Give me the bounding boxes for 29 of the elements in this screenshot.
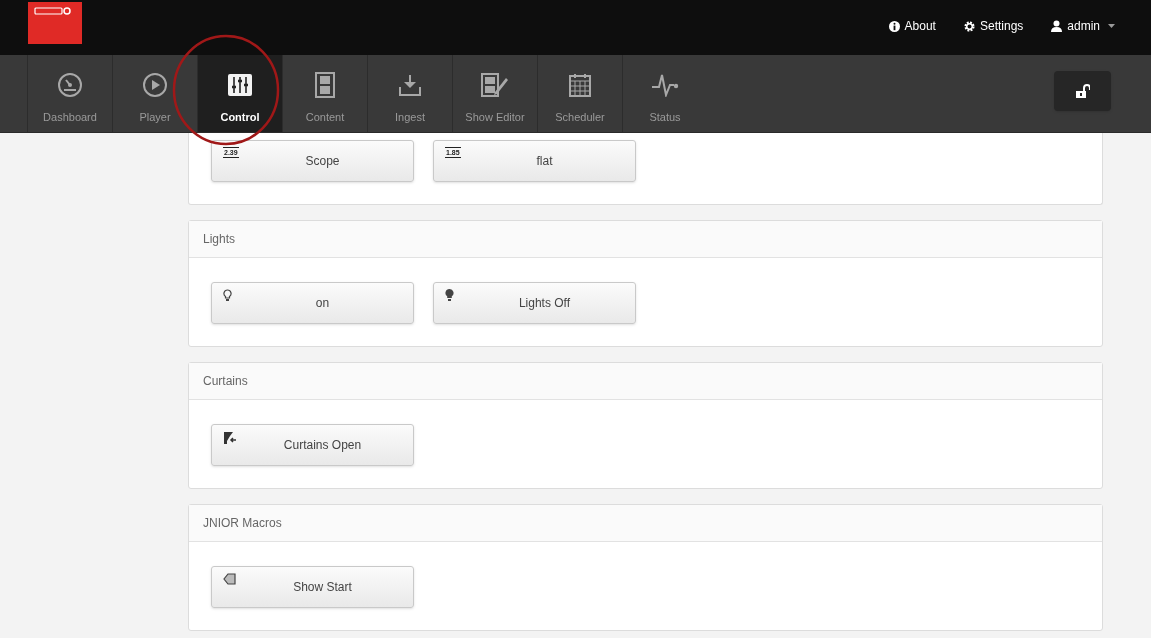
control-button[interactable]: Lights Off: [433, 282, 636, 324]
nav-tab[interactable]: Control: [197, 55, 282, 132]
gauge-icon: [57, 72, 83, 98]
bulb-outline-icon: [223, 289, 232, 302]
control-button[interactable]: Show Start: [211, 566, 414, 608]
user-icon: [1051, 20, 1063, 32]
curtain-arrow-icon: [223, 431, 237, 445]
film-icon: [315, 72, 335, 98]
settings-icon: [963, 20, 975, 32]
control-button[interactable]: on: [211, 282, 414, 324]
tag-icon: [223, 573, 236, 585]
unlock-button[interactable]: [1054, 70, 1111, 111]
logo: [28, 2, 82, 44]
header-link[interactable]: About: [888, 17, 936, 35]
panel-title: Lights: [189, 221, 1102, 258]
download-icon: [398, 72, 422, 98]
header-link[interactable]: Settings: [963, 17, 1024, 35]
film-pencil-icon: [481, 72, 509, 98]
bulb-icon: [445, 289, 454, 302]
header-link[interactable]: admin: [1051, 17, 1115, 35]
play-icon: [142, 72, 168, 98]
pulse-icon: [651, 72, 679, 98]
control-button[interactable]: Curtains Open: [211, 424, 414, 466]
panel-title: JNIOR Macros: [189, 505, 1102, 542]
open-padlock-icon: [1075, 83, 1090, 98]
info-icon: [888, 20, 900, 32]
sliders-icon: [227, 72, 253, 98]
calendar-icon: [569, 72, 591, 98]
panel-title: Curtains: [189, 363, 1102, 400]
